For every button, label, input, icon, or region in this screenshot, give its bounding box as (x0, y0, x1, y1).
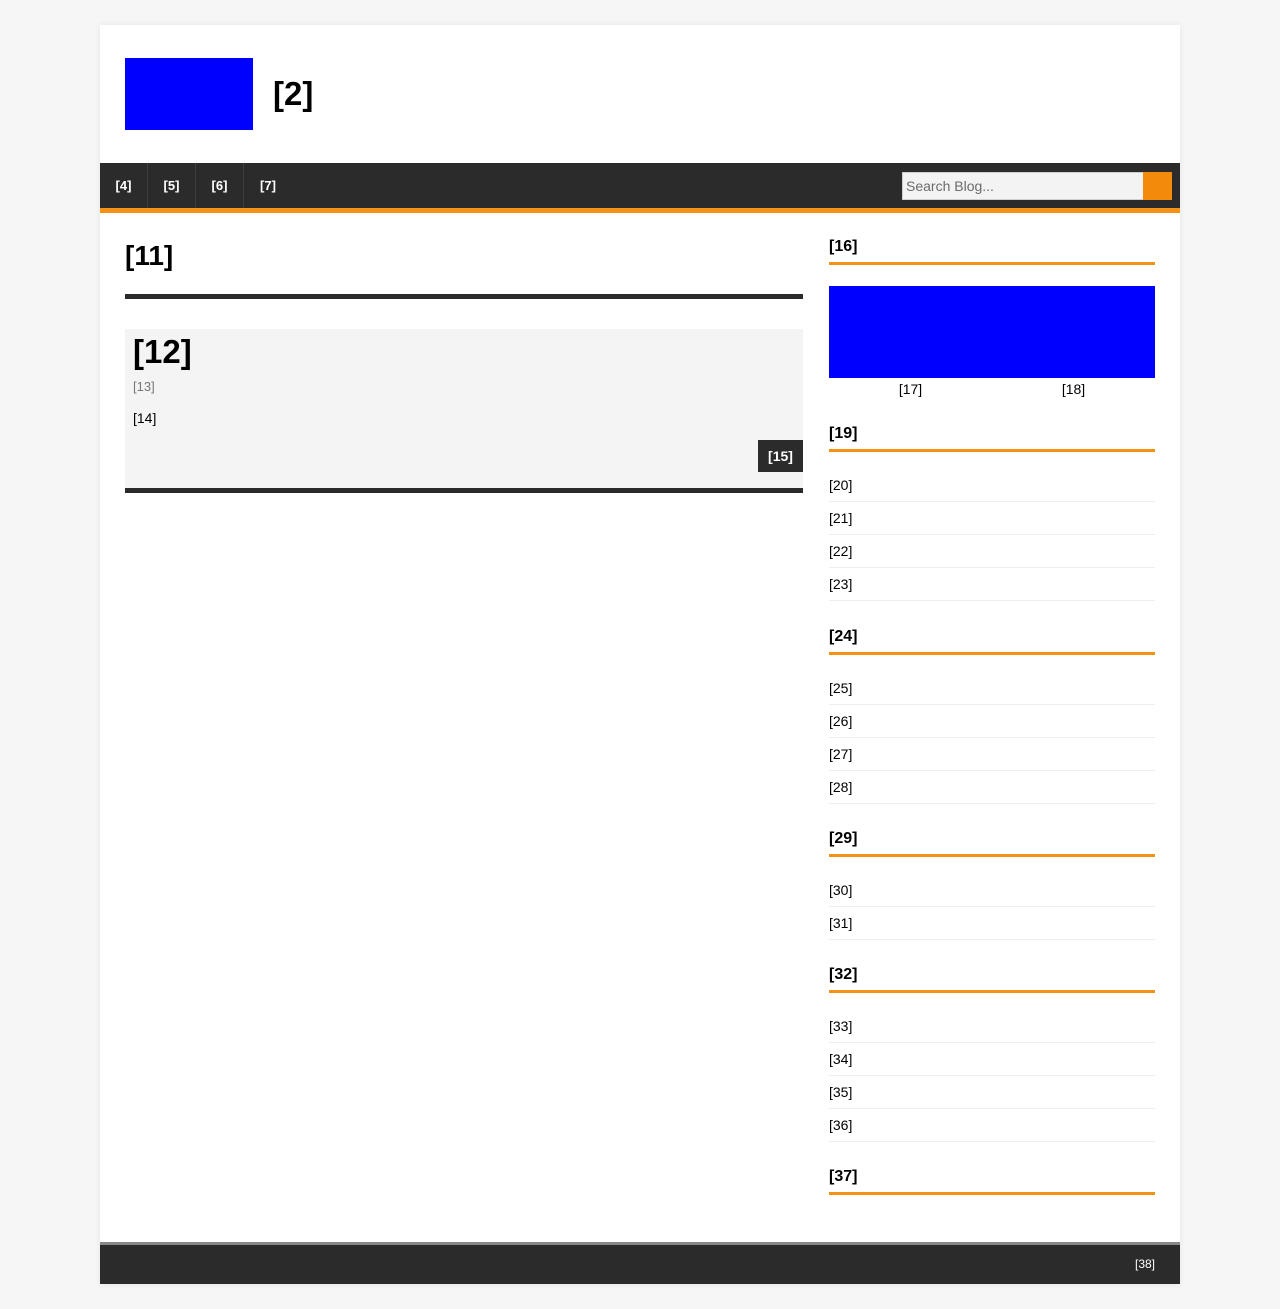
widget-list-4: [33] [34] [35] [36] (829, 1010, 1155, 1142)
widget-title-ad: [16] (829, 237, 1155, 265)
widget-title-4: [32] (829, 965, 1155, 993)
widget-list-2: [25] [26] [27] [28] (829, 672, 1155, 804)
widget-title-3: [29] (829, 829, 1155, 857)
ad-banner-image[interactable] (829, 286, 1155, 378)
ad-caption-left[interactable]: [17] (829, 381, 992, 397)
main-nav: [4] [5] [6] [7] (100, 163, 1180, 213)
list-item[interactable]: [25] (829, 672, 1155, 705)
list-item[interactable]: [27] (829, 738, 1155, 771)
list-item[interactable]: [22] (829, 535, 1155, 568)
list-item[interactable]: [34] (829, 1043, 1155, 1076)
post-meta: [13] (133, 379, 155, 394)
widget-list-3: [30] [31] (829, 874, 1155, 940)
widget-list-1: [20] [21] [22] [23] (829, 469, 1155, 601)
title-divider (125, 294, 803, 299)
read-more-button[interactable]: [15] (758, 440, 803, 472)
widget-title-1: [19] (829, 424, 1155, 452)
site-title[interactable]: [2] (273, 75, 313, 113)
search-input[interactable] (902, 172, 1144, 200)
list-item[interactable]: [35] (829, 1076, 1155, 1109)
footer-text: [38] (1134, 1257, 1155, 1271)
list-item[interactable]: [36] (829, 1109, 1155, 1142)
list-item[interactable]: [31] (829, 907, 1155, 940)
ad-caption-right[interactable]: [18] (992, 381, 1155, 397)
site-footer: [38] (100, 1242, 1180, 1284)
post-title[interactable]: [12] (133, 333, 192, 371)
list-item[interactable]: [26] (829, 705, 1155, 738)
post-card: [12] [13] [14] [15] (125, 329, 803, 493)
nav-item-4[interactable]: [7] (244, 163, 292, 208)
page-wrapper: [2] [4] [5] [6] [7] [11] [12] [13] [14] … (100, 25, 1180, 1284)
list-item[interactable]: [20] (829, 469, 1155, 502)
list-item[interactable]: [23] (829, 568, 1155, 601)
list-item[interactable]: [33] (829, 1010, 1155, 1043)
list-item[interactable]: [30] (829, 874, 1155, 907)
search-button[interactable] (1143, 172, 1172, 200)
nav-item-1[interactable]: [4] (100, 163, 148, 208)
page-title: [11] (125, 240, 174, 271)
widget-title-2: [24] (829, 627, 1155, 655)
site-header: [2] (100, 25, 1180, 163)
widget-title-5: [37] (829, 1167, 1155, 1195)
site-logo[interactable] (125, 58, 253, 130)
post-excerpt: [14] (133, 410, 157, 426)
nav-item-3[interactable]: [6] (196, 163, 244, 208)
nav-item-2[interactable]: [5] (148, 163, 196, 208)
list-item[interactable]: [21] (829, 502, 1155, 535)
list-item[interactable]: [28] (829, 771, 1155, 804)
